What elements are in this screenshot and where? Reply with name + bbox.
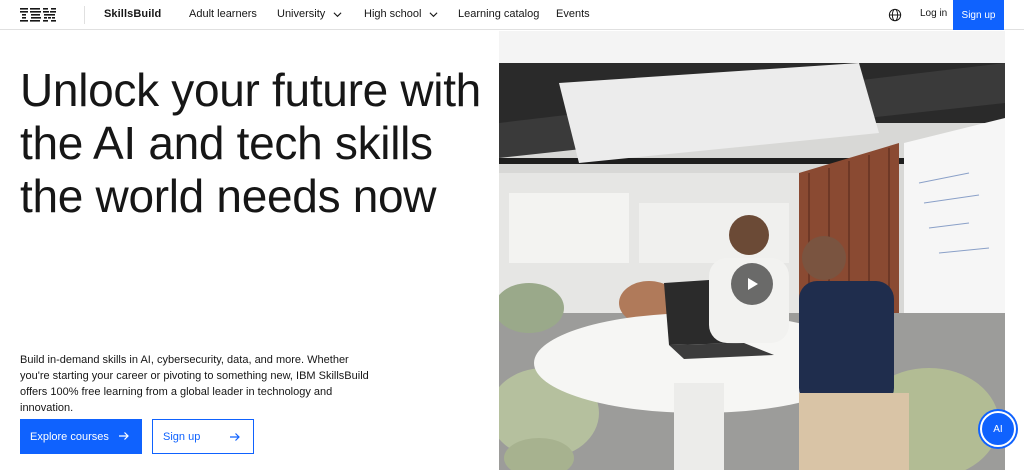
login-link[interactable]: Log in xyxy=(920,8,947,19)
explore-courses-button[interactable]: Explore courses xyxy=(20,419,142,454)
top-navigation: SkillsBuild Adult learners University Hi… xyxy=(0,0,1024,30)
play-icon xyxy=(748,278,758,290)
nav-link-label: Learning catalog xyxy=(458,8,540,20)
ibm-logo[interactable] xyxy=(20,7,58,23)
brand-name[interactable]: SkillsBuild xyxy=(104,8,161,20)
nav-link-label: High school xyxy=(364,8,422,20)
nav-divider xyxy=(84,6,85,24)
right-gutter xyxy=(1005,30,1024,470)
arrow-right-icon xyxy=(230,433,240,441)
nav-link-learning-catalog[interactable]: Learning catalog xyxy=(458,8,539,20)
chevron-down-icon xyxy=(430,11,438,17)
nav-link-events[interactable]: Events xyxy=(556,8,590,20)
hero-title: Unlock your future with the AI and tech … xyxy=(20,64,481,222)
nav-link-label: University xyxy=(277,8,326,20)
button-label: Sign up xyxy=(163,430,201,443)
nav-link-adult-learners[interactable]: Adult learners xyxy=(189,8,257,20)
signup-button-nav[interactable]: Sign up xyxy=(953,0,1004,30)
ai-assistant-label: AI xyxy=(993,423,1003,435)
chevron-down-icon xyxy=(333,11,342,17)
video-play-button[interactable] xyxy=(731,263,773,305)
nav-link-label: Events xyxy=(556,8,590,20)
hero-description: Build in-demand skills in AI, cybersecur… xyxy=(20,354,369,414)
button-label: Explore courses xyxy=(30,430,109,443)
ai-assistant-button[interactable]: AI xyxy=(980,411,1016,447)
globe-icon[interactable] xyxy=(888,8,902,22)
nav-link-high-school[interactable]: High school xyxy=(364,8,438,20)
arrow-right-icon xyxy=(119,432,129,440)
nav-link-university[interactable]: University xyxy=(277,8,342,20)
nav-link-label: Adult learners xyxy=(189,8,257,20)
signup-button-hero[interactable]: Sign up xyxy=(152,419,254,454)
